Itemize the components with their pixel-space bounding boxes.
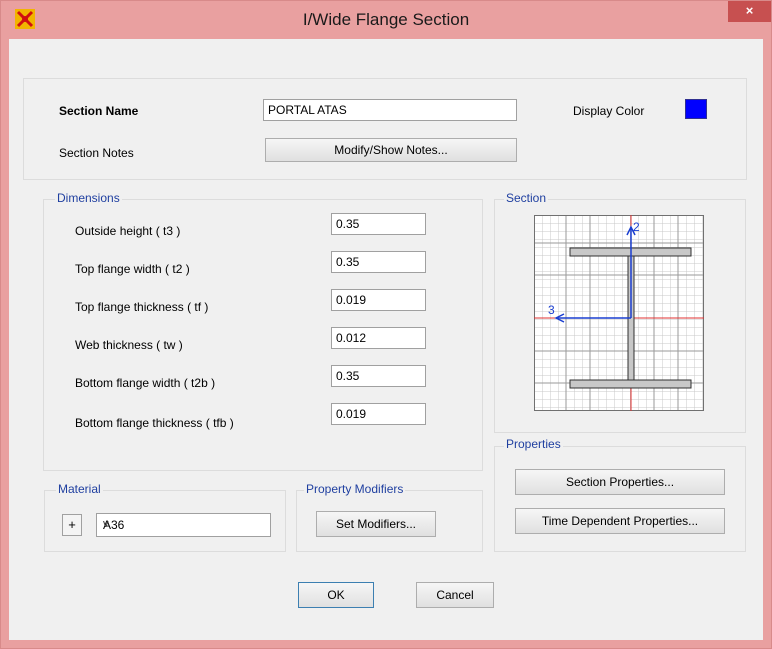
section-preview-title: Section bbox=[504, 191, 549, 205]
bottom-flange-width-input[interactable]: 0.35 bbox=[331, 365, 426, 387]
modifiers-title: Property Modifiers bbox=[304, 482, 406, 496]
section-name-label: Section Name bbox=[59, 104, 139, 118]
dimension-label: Web thickness ( tw ) bbox=[75, 338, 183, 352]
dimension-label: Top flange thickness ( tf ) bbox=[75, 300, 209, 314]
dialog-body: Section Name PORTAL ATAS Display Color S… bbox=[9, 39, 763, 640]
display-color-swatch[interactable] bbox=[685, 99, 707, 119]
properties-title: Properties bbox=[504, 437, 563, 451]
section-properties-button[interactable]: Section Properties... bbox=[515, 469, 725, 495]
top-flange-thickness-input[interactable]: 0.019 bbox=[331, 289, 426, 311]
ok-button[interactable]: OK bbox=[298, 582, 374, 608]
cancel-button[interactable]: Cancel bbox=[416, 582, 494, 608]
outside-height-input[interactable]: 0.35 bbox=[331, 213, 426, 235]
properties-panel bbox=[494, 446, 746, 552]
axis-3-label: 3 bbox=[548, 303, 555, 317]
chevron-down-icon: v bbox=[103, 518, 109, 530]
axis-2-label: 2 bbox=[633, 220, 640, 234]
dimension-label: Bottom flange thickness ( tfb ) bbox=[75, 416, 234, 430]
material-select[interactable]: A36 v bbox=[96, 513, 271, 537]
section-preview-canvas: 2 3 bbox=[534, 215, 704, 411]
dimension-label: Outside height ( t3 ) bbox=[75, 224, 181, 238]
title-bar[interactable]: I/Wide Flange Section × bbox=[1, 1, 771, 39]
window-title: I/Wide Flange Section bbox=[302, 10, 470, 29]
web-thickness-input[interactable]: 0.012 bbox=[331, 327, 426, 349]
modify-notes-button[interactable]: Modify/Show Notes... bbox=[265, 138, 517, 162]
dimensions-title: Dimensions bbox=[55, 191, 122, 205]
dimension-label: Bottom flange width ( t2b ) bbox=[75, 376, 216, 390]
dimension-label: Top flange width ( t2 ) bbox=[75, 262, 190, 276]
dialog-window: I/Wide Flange Section × Section Name POR… bbox=[0, 0, 772, 649]
display-color-label: Display Color bbox=[573, 104, 645, 118]
top-flange-width-input[interactable]: 0.35 bbox=[331, 251, 426, 273]
section-notes-label: Section Notes bbox=[59, 146, 134, 160]
material-title: Material bbox=[56, 482, 103, 496]
section-info-panel bbox=[23, 78, 747, 180]
add-material-button[interactable]: + bbox=[62, 514, 82, 536]
section-name-input[interactable]: PORTAL ATAS bbox=[263, 99, 517, 121]
bottom-flange-shape bbox=[569, 379, 692, 389]
bottom-flange-thickness-input[interactable]: 0.019 bbox=[331, 403, 426, 425]
close-button[interactable]: × bbox=[728, 1, 771, 22]
time-dependent-properties-button[interactable]: Time Dependent Properties... bbox=[515, 508, 725, 534]
set-modifiers-button[interactable]: Set Modifiers... bbox=[316, 511, 436, 537]
